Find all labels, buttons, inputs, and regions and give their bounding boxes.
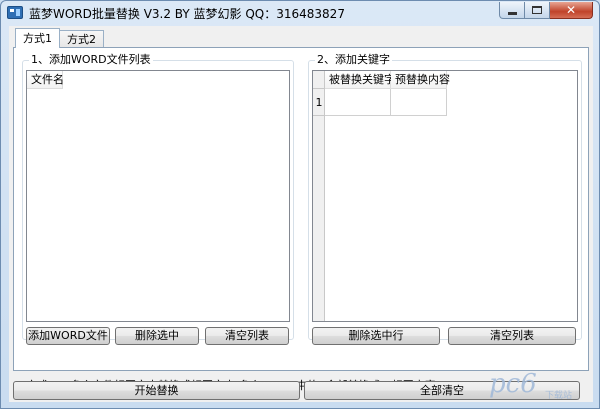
title-bar[interactable]: 蓝梦WORD批量替换 V3.2 BY 蓝梦幻影 QQ：316483827 ✕ bbox=[1, 1, 599, 23]
client-area: 方式1 方式2 1、添加WORD文件列表 文件名 添加WORD文件 删除选中 清… bbox=[9, 26, 593, 402]
keyword-grid[interactable]: 被替换关键字 预替换内容 1 bbox=[312, 70, 578, 322]
remove-selected-button[interactable]: 删除选中 bbox=[115, 327, 199, 345]
grid-corner bbox=[313, 71, 325, 89]
clear-all-button[interactable]: 全部清空 bbox=[304, 381, 580, 400]
maximize-button[interactable] bbox=[525, 2, 550, 19]
row-header-strip bbox=[313, 89, 325, 321]
tab-mode-2[interactable]: 方式2 bbox=[59, 30, 104, 48]
window-title: 蓝梦WORD批量替换 V3.2 BY 蓝梦幻影 QQ：316483827 bbox=[29, 7, 345, 21]
tab-mode-1[interactable]: 方式1 bbox=[15, 28, 60, 48]
start-replace-button[interactable]: 开始替换 bbox=[13, 381, 300, 400]
minimize-button[interactable] bbox=[499, 2, 525, 19]
keyword-group: 2、添加关键字 被替换关键字 预替换内容 1 删除选中行 清空列表 bbox=[308, 54, 582, 345]
add-word-file-button[interactable]: 添加WORD文件 bbox=[26, 327, 110, 345]
word-file-group: 1、添加WORD文件列表 文件名 添加WORD文件 删除选中 清空列表 bbox=[22, 54, 294, 345]
word-file-list[interactable]: 文件名 bbox=[26, 70, 290, 322]
app-icon bbox=[7, 6, 23, 19]
tab-panel: 1、添加WORD文件列表 文件名 添加WORD文件 删除选中 清空列表 2、添加… bbox=[13, 47, 589, 392]
clear-keyword-list-button[interactable]: 清空列表 bbox=[448, 327, 576, 345]
keyword-column-header[interactable]: 被替换关键字 bbox=[325, 71, 395, 89]
replacement-cell[interactable] bbox=[391, 89, 447, 116]
keyword-group-label: 2、添加关键字 bbox=[315, 53, 392, 66]
main-window: 蓝梦WORD批量替换 V3.2 BY 蓝梦幻影 QQ：316483827 ✕ 方… bbox=[0, 0, 600, 409]
maximize-icon bbox=[532, 6, 542, 14]
clear-file-list-button[interactable]: 清空列表 bbox=[205, 327, 289, 345]
file-name-column-header[interactable]: 文件名 bbox=[27, 71, 64, 89]
remove-selected-row-button[interactable]: 删除选中行 bbox=[312, 327, 440, 345]
window-controls: ✕ bbox=[499, 2, 593, 20]
keyword-cell[interactable] bbox=[325, 89, 391, 116]
minimize-icon bbox=[507, 11, 517, 15]
tab-strip: 方式1 方式2 bbox=[15, 28, 104, 48]
replacement-column-header[interactable]: 预替换内容 bbox=[391, 71, 450, 89]
close-button[interactable]: ✕ bbox=[550, 2, 593, 19]
close-icon: ✕ bbox=[565, 3, 577, 17]
word-file-group-label: 1、添加WORD文件列表 bbox=[29, 53, 153, 66]
row-number[interactable]: 1 bbox=[313, 89, 325, 116]
